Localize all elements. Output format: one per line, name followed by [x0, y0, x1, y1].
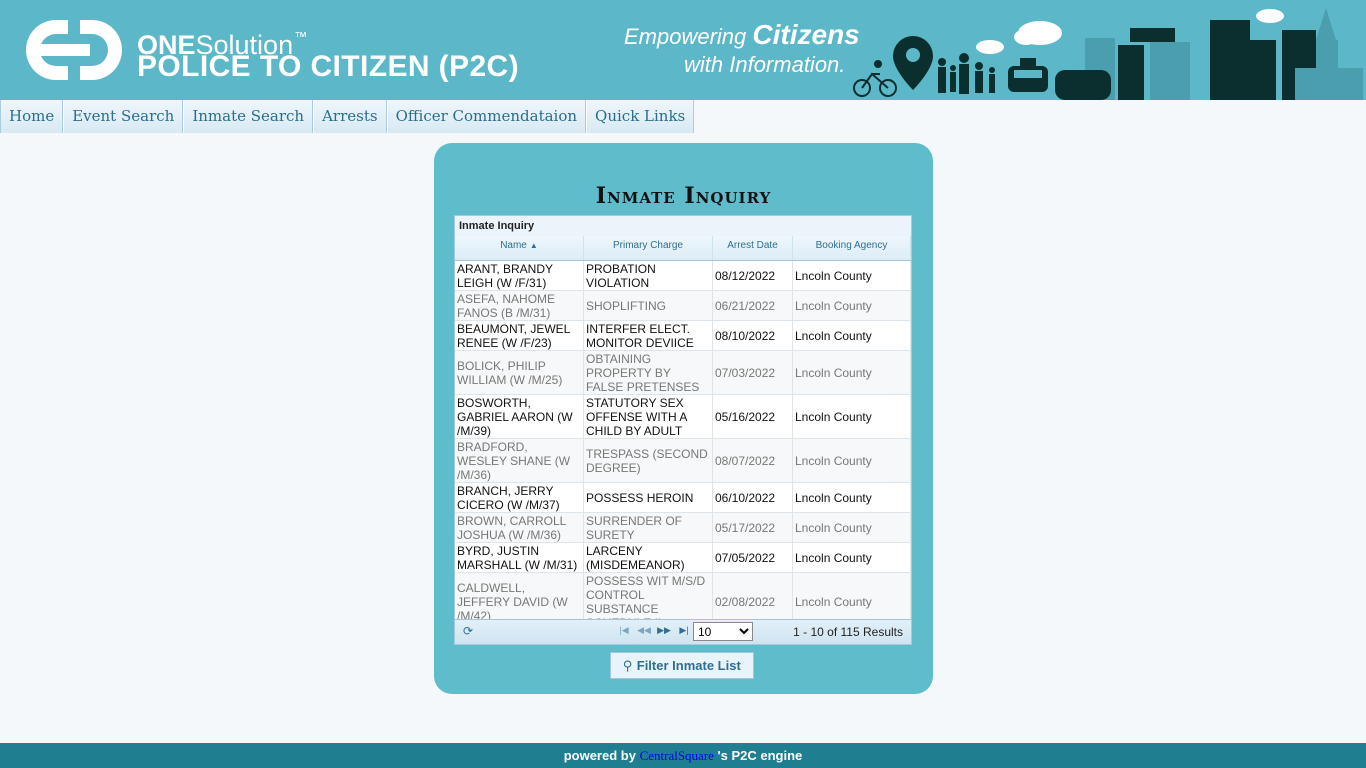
nav-event-search[interactable]: Event Search — [63, 100, 184, 133]
table-row[interactable]: BOSWORTH, GABRIEL AARON (W /M/39) STATUTO… — [455, 395, 911, 439]
city-skyline-illustration — [853, 8, 1363, 100]
cell-booking-agency: Lncoln County — [793, 321, 911, 350]
cell-booking-agency: Lncoln County — [793, 291, 911, 320]
nav-arrests[interactable]: Arrests — [313, 100, 387, 133]
grid-pager: ⟳ |◀ ◀◀ ▶▶ ▶| 10 1 - 10 of 115 Results — [455, 619, 911, 644]
grid-body: ARANT, BRANDY LEIGH (W /F/31) PROBATION V… — [455, 261, 911, 631]
cell-name: BOLICK, PHILIP WILLIAM (W /M/25) — [455, 351, 584, 394]
main-nav: Home Event Search Inmate Search Arrests … — [0, 100, 695, 133]
table-row[interactable]: BYRD, JUSTIN MARSHALL (W /M/31) LARCENY (… — [455, 543, 911, 573]
cell-primary-charge: INTERFER ELECT. MONITOR DEVIICE — [584, 321, 713, 350]
cell-primary-charge: OBTAINING PROPERTY BY FALSE PRETENSES — [584, 351, 713, 394]
grid-caption: Inmate Inquiry — [455, 216, 911, 236]
search-icon: ⚲ — [623, 658, 633, 673]
cell-primary-charge: SURRENDER OF SURETY — [584, 513, 713, 542]
refresh-icon[interactable]: ⟳ — [463, 624, 473, 638]
cell-arrest-date: 08/07/2022 — [713, 439, 793, 482]
cell-booking-agency: Lncoln County — [793, 439, 911, 482]
cell-name: BRANCH, JERRY CICERO (W /M/37) — [455, 483, 584, 512]
cell-booking-agency: Lncoln County — [793, 543, 911, 572]
cell-name: BYRD, JUSTIN MARSHALL (W /M/31) — [455, 543, 584, 572]
cell-booking-agency: Lncoln County — [793, 261, 911, 290]
nav-inmate-search[interactable]: Inmate Search — [183, 100, 314, 133]
cell-name: BEAUMONT, JEWEL RENEE (W /F/23) — [455, 321, 584, 350]
cell-arrest-date: 08/12/2022 — [713, 261, 793, 290]
brand-subtitle: POLICE TO CITIZEN (P2C) — [137, 50, 520, 83]
cell-arrest-date: 05/16/2022 — [713, 395, 793, 438]
table-row[interactable]: BRANCH, JERRY CICERO (W /M/37) POSSESS HE… — [455, 483, 911, 513]
page-title: Inmate Inquiry — [595, 183, 772, 209]
cell-primary-charge: SHOPLIFTING — [584, 291, 713, 320]
cell-booking-agency: Lncoln County — [793, 483, 911, 512]
nav-quick-links[interactable]: Quick Links — [586, 100, 695, 133]
cell-primary-charge: POSSESS HEROIN — [584, 483, 713, 512]
previous-page-icon[interactable]: ◀◀ — [637, 625, 651, 636]
centralsquare-link[interactable]: CentralSquare — [640, 748, 714, 763]
next-page-icon[interactable]: ▶▶ — [657, 625, 671, 636]
inmate-inquiry-panel: Inmate Inquiry Inmate Inquiry Name ▲ Prim… — [434, 143, 933, 694]
filter-inmate-list-button[interactable]: ⚲ Filter Inmate List — [610, 652, 754, 679]
site-footer: powered by CentralSquare 's P2C engine — [0, 743, 1366, 768]
column-header-primary-charge[interactable]: Primary Charge — [584, 236, 713, 260]
table-row[interactable]: ASEFA, NAHOME FANOS (B /M/31) SHOPLIFTING… — [455, 291, 911, 321]
table-row[interactable]: ARANT, BRANDY LEIGH (W /F/31) PROBATION V… — [455, 261, 911, 291]
cell-name: ASEFA, NAHOME FANOS (B /M/31) — [455, 291, 584, 320]
cell-name: BROWN, CARROLL JOSHUA (W /M/36) — [455, 513, 584, 542]
last-page-icon[interactable]: ▶| — [677, 625, 691, 636]
cell-booking-agency: Lncoln County — [793, 351, 911, 394]
cell-arrest-date: 06/10/2022 — [713, 483, 793, 512]
cell-booking-agency: Lncoln County — [793, 513, 911, 542]
table-row[interactable]: BOLICK, PHILIP WILLIAM (W /M/25) OBTAININ… — [455, 351, 911, 395]
cell-primary-charge: PROBATION VIOLATION — [584, 261, 713, 290]
cell-arrest-date: 07/03/2022 — [713, 351, 793, 394]
nav-home[interactable]: Home — [0, 100, 64, 133]
cell-primary-charge: TRESPASS (SECOND DEGREE) — [584, 439, 713, 482]
column-header-name[interactable]: Name ▲ — [455, 236, 584, 260]
cell-primary-charge: LARCENY (MISDEMEANOR) — [584, 543, 713, 572]
first-page-icon[interactable]: |◀ — [617, 625, 631, 636]
nav-officer-commendation[interactable]: Officer Commendataion — [386, 100, 587, 133]
grid-header-row: Name ▲ Primary Charge Arrest Date Booking… — [455, 236, 911, 261]
inmate-grid: Inmate Inquiry Name ▲ Primary Charge Arre… — [454, 215, 912, 645]
cell-arrest-date: 06/21/2022 — [713, 291, 793, 320]
table-row[interactable]: BEAUMONT, JEWEL RENEE (W /F/23) INTERFER … — [455, 321, 911, 351]
cell-primary-charge: STATUTORY SEX OFFENSE WITH A CHILD BY AD… — [584, 395, 713, 438]
column-header-booking-agency[interactable]: Booking Agency — [793, 236, 911, 260]
tagline: Empowering Citizens with Information. — [624, 19, 860, 78]
cell-arrest-date: 05/17/2022 — [713, 513, 793, 542]
sort-ascending-icon: ▲ — [529, 241, 538, 250]
cell-booking-agency: Lncoln County — [793, 395, 911, 438]
page-size-select[interactable]: 10 — [693, 622, 753, 641]
cell-arrest-date: 07/05/2022 — [713, 543, 793, 572]
column-header-arrest-date[interactable]: Arrest Date — [713, 236, 793, 260]
cell-name: ARANT, BRANDY LEIGH (W /F/31) — [455, 261, 584, 290]
cell-name: BRADFORD, WESLEY SHANE (W /M/36) — [455, 439, 584, 482]
site-header: ONESolution™ POLICE TO CITIZEN (P2C) Emp… — [0, 0, 1366, 100]
table-row[interactable]: BROWN, CARROLL JOSHUA (W /M/36) SURRENDER… — [455, 513, 911, 543]
onesolution-logo-icon — [26, 20, 122, 80]
cell-name: BOSWORTH, GABRIEL AARON (W /M/39) — [455, 395, 584, 438]
results-count: 1 - 10 of 115 Results — [793, 625, 903, 639]
table-row[interactable]: BRADFORD, WESLEY SHANE (W /M/36) TRESPASS… — [455, 439, 911, 483]
cell-arrest-date: 08/10/2022 — [713, 321, 793, 350]
pager-buttons: |◀ ◀◀ ▶▶ ▶| — [617, 625, 691, 636]
